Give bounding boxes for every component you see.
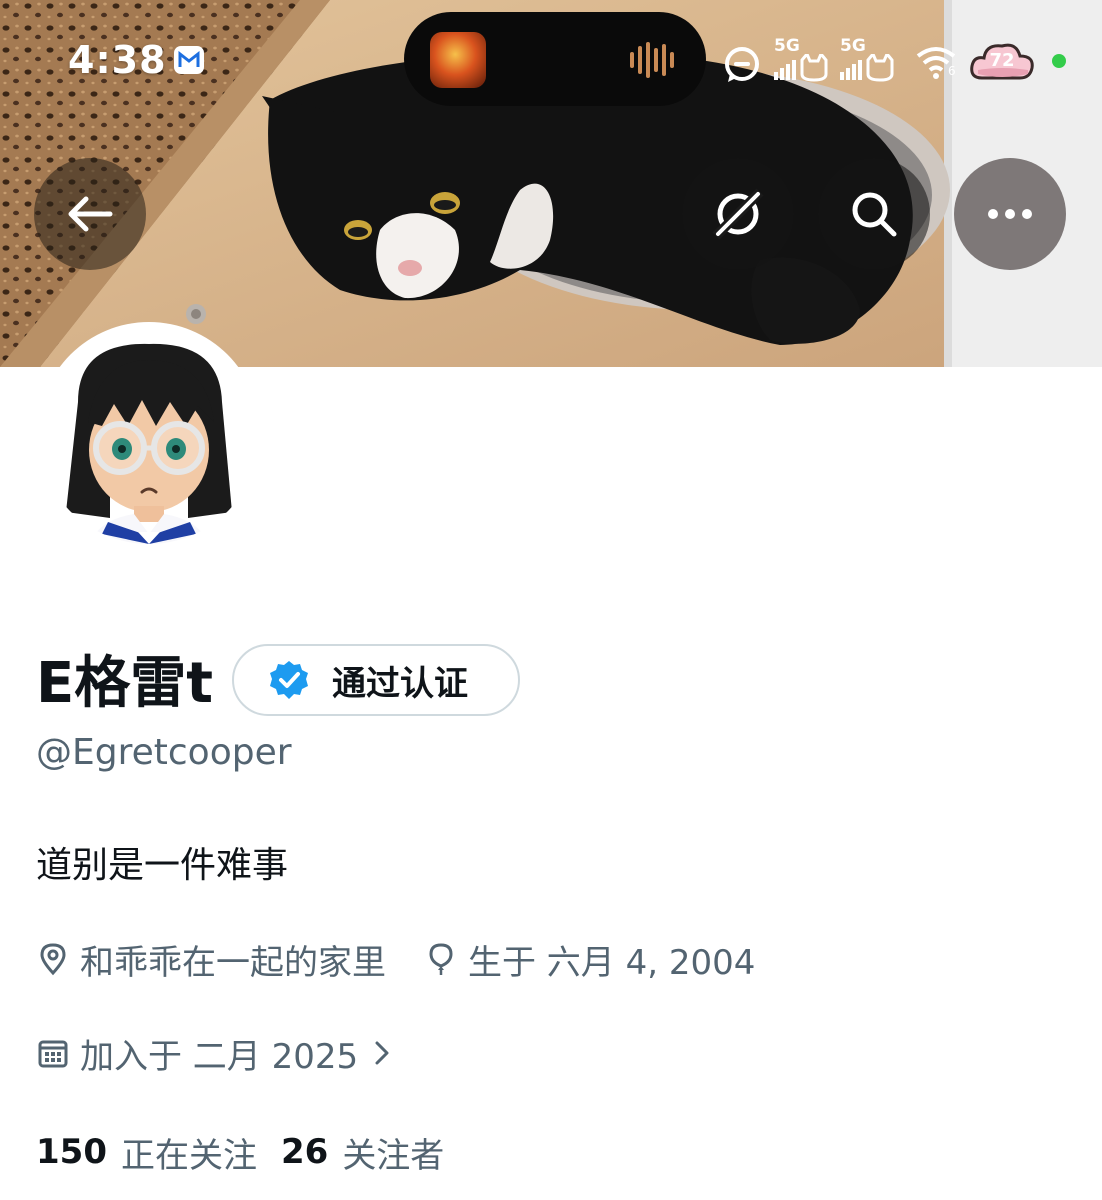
message-bubble-icon xyxy=(725,47,759,82)
audio-waveform-icon xyxy=(630,42,674,78)
user-bio: 道别是一件难事 xyxy=(36,845,289,886)
grok-button[interactable] xyxy=(682,158,794,270)
profile-meta-row: 和乖乖在一起的家里 生于 六月 4, 2004 xyxy=(36,934,755,984)
now-playing-artwork xyxy=(430,32,486,88)
verified-badge-button[interactable]: 通过认证 xyxy=(232,644,520,716)
network-label-2: 5G xyxy=(840,36,866,56)
arrow-left-icon xyxy=(68,196,113,232)
calendar-icon xyxy=(36,1036,70,1070)
followers-count: 26 xyxy=(280,1132,329,1172)
location-text: 和乖乖在一起的家里 xyxy=(80,942,386,983)
avatar-image xyxy=(66,343,232,544)
display-name: E格雷t xyxy=(36,651,214,716)
dynamic-island[interactable] xyxy=(404,12,706,106)
more-options-button[interactable] xyxy=(954,158,1066,270)
status-indicators: 5G 5G 6 72 xyxy=(720,36,1090,86)
grok-icon xyxy=(712,188,764,240)
followers-link[interactable]: 26 关注者 xyxy=(281,1128,444,1177)
follow-stats: 150 正在关注 26 关注者 xyxy=(36,1126,444,1178)
mail-notification-icon xyxy=(174,46,204,74)
search-icon xyxy=(852,192,897,237)
back-button[interactable] xyxy=(34,158,146,270)
birthday-text: 生于 六月 4, 2004 xyxy=(468,942,756,983)
user-handle: @Egretcooper xyxy=(36,732,292,773)
avatar[interactable] xyxy=(38,322,260,544)
joined-text: 加入于 二月 2025 xyxy=(80,1036,359,1077)
camera-in-use-dot xyxy=(1052,54,1066,68)
following-label: 正在关注 xyxy=(120,1135,257,1176)
chevron-right-icon xyxy=(372,1038,392,1068)
followers-label: 关注者 xyxy=(342,1135,445,1176)
wifi-sub-label: 6 xyxy=(948,64,956,78)
joined-row[interactable]: 加入于 二月 2025 xyxy=(36,1028,392,1078)
battery-level: 72 xyxy=(989,50,1015,71)
verified-check-icon xyxy=(270,661,308,699)
cellular-signal-2-icon xyxy=(840,54,894,82)
status-time: 4:38 xyxy=(68,38,167,82)
following-link[interactable]: 150 正在关注 xyxy=(36,1128,257,1177)
battery-indicator: 72 xyxy=(968,40,1036,82)
more-horizontal-icon xyxy=(988,209,1032,219)
location-pin-icon xyxy=(36,942,70,976)
following-count: 150 xyxy=(36,1132,107,1172)
birthday-balloon-icon xyxy=(424,942,458,976)
network-label-1: 5G xyxy=(774,36,800,56)
cellular-signal-icon xyxy=(774,54,828,82)
verified-label: 通过认证 xyxy=(332,663,468,704)
search-button[interactable] xyxy=(818,158,930,270)
